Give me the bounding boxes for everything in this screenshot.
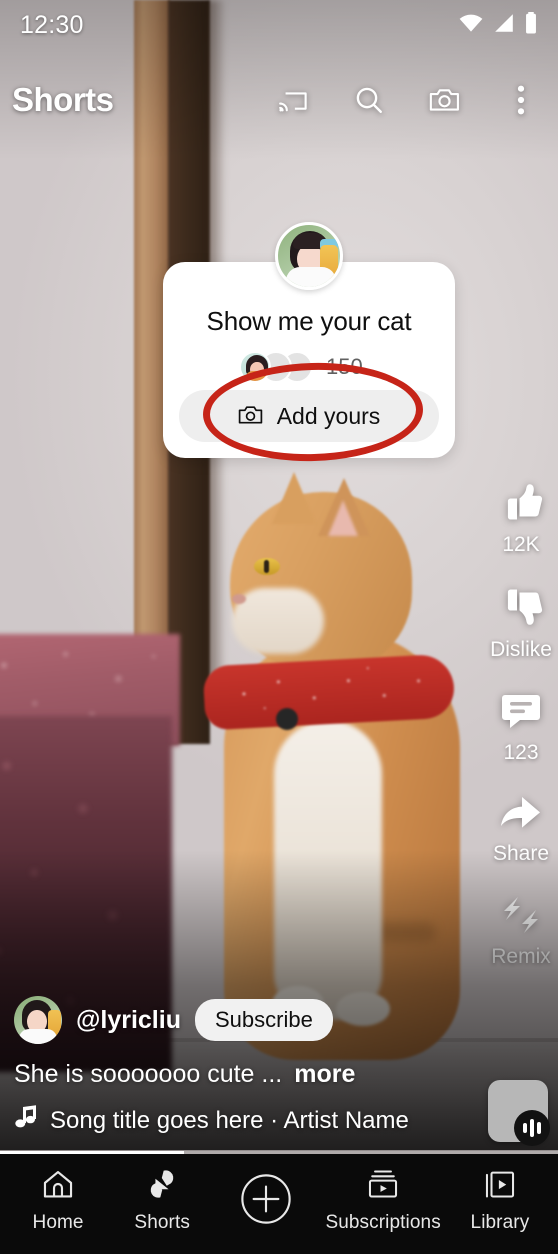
- status-icons: [458, 11, 538, 39]
- comment-icon: [499, 690, 543, 737]
- cat-collar-bell: [276, 708, 298, 730]
- music-row[interactable]: Song title goes here · Artist Name: [14, 1105, 484, 1136]
- subscriptions-icon: [366, 1168, 400, 1205]
- cat-bandana-pattern: [202, 653, 456, 731]
- thumbs-up-icon: [498, 480, 544, 529]
- nav-label-library: Library: [470, 1212, 530, 1233]
- remix-button[interactable]: Remix: [491, 894, 551, 969]
- cat-ear-left: [272, 472, 316, 524]
- remix-icon: [498, 894, 544, 941]
- nav-item-home[interactable]: Home: [13, 1168, 103, 1234]
- home-icon: [41, 1168, 75, 1205]
- comment-button[interactable]: 123: [499, 690, 543, 765]
- library-icon: [483, 1168, 517, 1205]
- add-yours-sticker[interactable]: Show me your cat 150 Add yours: [163, 222, 455, 462]
- participants-count: 150: [326, 354, 363, 379]
- nav-item-subscriptions[interactable]: Subscriptions: [325, 1168, 441, 1234]
- channel-handle[interactable]: @lyricliu: [76, 1006, 181, 1035]
- battery-icon: [524, 11, 538, 39]
- like-button[interactable]: 12K: [498, 480, 544, 557]
- video-meta: @lyricliu Subscribe She is sooooooo cute…: [14, 996, 484, 1136]
- header-actions: [274, 81, 544, 119]
- cat-nose: [232, 594, 246, 604]
- caption-more-link[interactable]: more: [294, 1060, 355, 1089]
- dislike-label: Dislike: [490, 638, 552, 661]
- add-yours-label: Add yours: [276, 402, 381, 429]
- cat-chest: [274, 720, 382, 1020]
- nav-label-subscriptions: Subscriptions: [325, 1212, 441, 1233]
- camera-icon[interactable]: [426, 81, 464, 119]
- action-rail: 12K Dislike 123 Share Remix: [482, 480, 558, 969]
- shorts-screen: 12:30 Shorts Show me your cat 150 Add yo…: [0, 0, 558, 1254]
- music-note-icon: [14, 1105, 40, 1136]
- channel-row[interactable]: @lyricliu Subscribe: [14, 996, 484, 1044]
- wave-bar: [537, 1122, 541, 1134]
- add-yours-button[interactable]: Add yours: [179, 390, 439, 442]
- nav-item-shorts[interactable]: Shorts: [117, 1168, 207, 1234]
- nav-item-create[interactable]: Create: [221, 1172, 311, 1231]
- subscribe-button[interactable]: Subscribe: [194, 999, 333, 1041]
- channel-avatar[interactable]: [14, 996, 62, 1044]
- status-bar: 12:30: [0, 0, 558, 50]
- shorts-icon: [145, 1168, 179, 1205]
- participant-avatar: [239, 351, 271, 383]
- nav-label-shorts: Shorts: [134, 1212, 190, 1233]
- participant-shirt: [245, 371, 269, 381]
- status-clock: 12:30: [20, 10, 84, 39]
- cat-eye: [254, 558, 280, 575]
- avatar-photo: [278, 225, 340, 287]
- more-vertical-icon[interactable]: [502, 81, 540, 119]
- thumbs-down-icon: [498, 585, 544, 634]
- music-text: Song title goes here · Artist Name: [50, 1106, 409, 1134]
- share-arrow-icon: [498, 793, 544, 838]
- sticker-card[interactable]: Show me your cat 150 Add yours: [163, 262, 455, 458]
- like-count: 12K: [502, 533, 540, 556]
- caption-text: She is sooooooo cute ...: [14, 1060, 283, 1088]
- camera-icon: [238, 404, 264, 429]
- avatar-shirt: [19, 1029, 57, 1044]
- nav-label-home: Home: [32, 1212, 84, 1233]
- plus-circle-icon: [239, 1172, 293, 1231]
- sticker-creator-avatar[interactable]: [275, 222, 343, 290]
- nav-item-library[interactable]: Library: [455, 1168, 545, 1234]
- bottom-navigation: Home Shorts Create: [0, 1154, 558, 1254]
- cast-icon[interactable]: [274, 81, 312, 119]
- app-header: Shorts: [0, 62, 558, 138]
- search-icon[interactable]: [350, 81, 388, 119]
- cellular-signal-icon: [493, 13, 515, 38]
- page-title: Shorts: [12, 81, 114, 118]
- wave-bar: [530, 1119, 534, 1137]
- sound-thumbnail[interactable]: [488, 1080, 550, 1146]
- avatar-shirt: [286, 267, 336, 287]
- dislike-button[interactable]: Dislike: [490, 585, 552, 662]
- wave-bar: [523, 1123, 527, 1133]
- video-caption[interactable]: She is sooooooo cute ... more: [14, 1060, 484, 1089]
- participants-row[interactable]: 150: [239, 349, 363, 385]
- cat-subject: [196, 470, 496, 1060]
- remix-label: Remix: [491, 945, 551, 968]
- audio-wave-icon: [514, 1110, 550, 1146]
- share-label: Share: [492, 842, 550, 865]
- comment-count: 123: [503, 741, 539, 764]
- cat-ear-inner: [328, 500, 358, 536]
- sticker-title: Show me your cat: [206, 306, 412, 336]
- wifi-icon: [458, 13, 484, 38]
- share-button[interactable]: Share: [493, 793, 549, 866]
